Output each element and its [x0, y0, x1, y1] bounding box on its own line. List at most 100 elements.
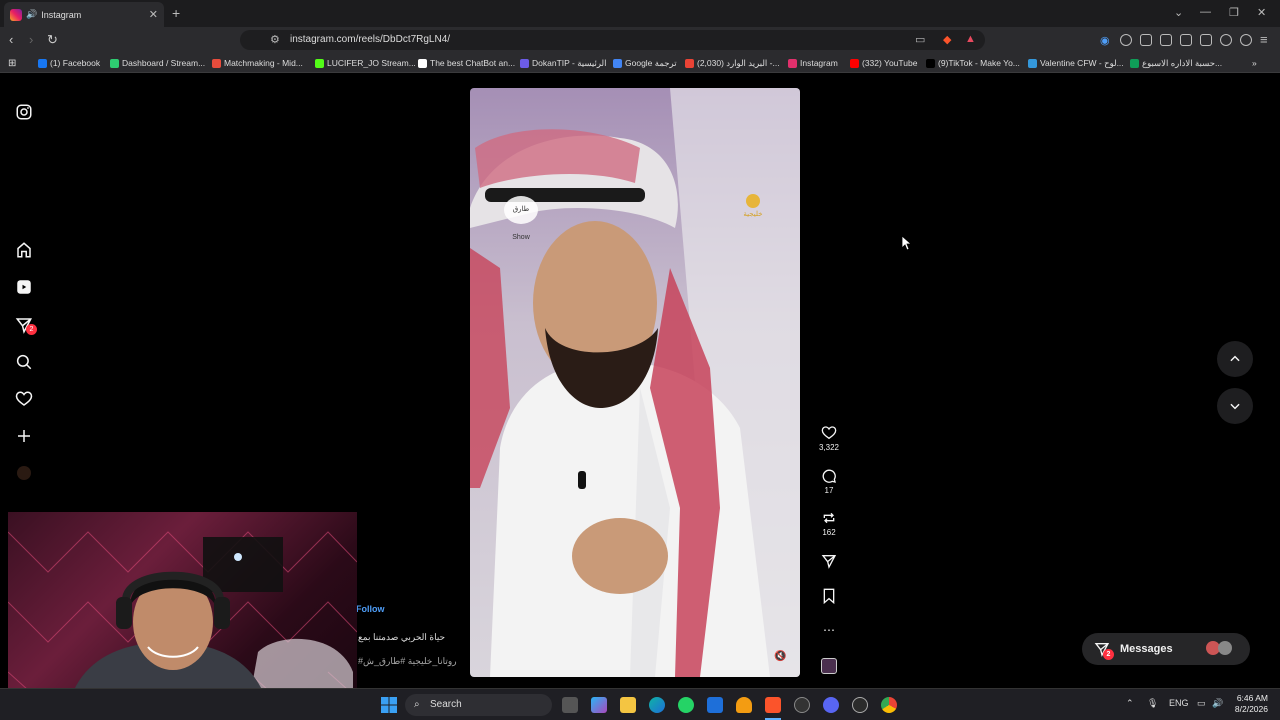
extensions-icon[interactable]: [1140, 34, 1152, 46]
share-send-icon[interactable]: [821, 553, 837, 569]
task-view-icon[interactable]: [562, 697, 578, 713]
forward-button[interactable]: ›: [29, 32, 33, 47]
audio-thumbnail[interactable]: [821, 658, 837, 674]
windows-start-icon[interactable]: [381, 697, 397, 713]
caption-hashtags[interactable]: #روتانا_خليجية #طارق_ش: [358, 656, 457, 667]
home-icon[interactable]: [15, 241, 33, 259]
volume-icon[interactable]: 🔊: [1212, 698, 1223, 709]
bookmark-favicon-icon: [613, 59, 622, 68]
like-heart-icon[interactable]: [821, 425, 837, 441]
minimize-button[interactable]: —: [1200, 6, 1211, 18]
more-options-icon[interactable]: ⋯: [815, 623, 843, 637]
obs-icon[interactable]: [852, 697, 868, 713]
bookmark-item[interactable]: DokanTIP - الرئيسية: [520, 58, 606, 69]
app-icon[interactable]: [794, 697, 810, 713]
reels-icon[interactable]: [15, 278, 33, 296]
bookmark-favicon-icon: [788, 58, 797, 68]
save-action[interactable]: [815, 588, 843, 606]
reload-button[interactable]: ↻: [47, 32, 58, 48]
speaker-icon[interactable]: 🔊: [26, 9, 37, 20]
bookmark-item[interactable]: (9)TikTok - Make Yo...: [926, 58, 1020, 68]
previous-reel-button[interactable]: [1217, 341, 1253, 377]
discord-icon[interactable]: [823, 697, 839, 713]
chevron-down-icon: [1230, 403, 1240, 410]
instagram-logo-icon[interactable]: [15, 103, 33, 121]
site-info-icon[interactable]: ⚙: [270, 33, 280, 46]
dm-badge: 2: [26, 324, 37, 335]
bookmark-item[interactable]: (332) YouTube: [850, 58, 917, 68]
url-field[interactable]: ⚙ instagram.com/reels/DbDct7RgLN4/ ▭ ◆ ▲: [240, 30, 985, 50]
microphone-icon[interactable]: 🎙: [1147, 698, 1158, 709]
bookmark-favicon-icon: [38, 58, 47, 68]
clock-time: 6:46 AM: [1236, 693, 1268, 703]
brave-rewards-icon[interactable]: ▲: [965, 33, 976, 45]
bookmark-item[interactable]: The best ChatBot an...: [418, 58, 515, 68]
audio-playing-icon[interactable]: ◉: [1100, 34, 1110, 47]
bookmark-item[interactable]: Instagram: [788, 58, 838, 68]
copilot-icon[interactable]: [591, 697, 607, 713]
create-plus-icon[interactable]: [15, 427, 33, 445]
cast-icon[interactable]: ▭: [915, 33, 925, 46]
back-button[interactable]: ‹: [9, 32, 13, 47]
comment-icon[interactable]: [821, 468, 837, 484]
notifications-heart-icon[interactable]: [15, 390, 33, 408]
leo-ai-icon[interactable]: [1220, 34, 1232, 46]
follow-link[interactable]: Follow: [356, 604, 385, 614]
new-tab-button[interactable]: +: [172, 5, 180, 21]
search-icon[interactable]: [15, 353, 33, 371]
url-text[interactable]: instagram.com/reels/DbDct7RgLN4/: [290, 34, 450, 45]
bookmark-item[interactable]: Valentine CFW - لوح...: [1028, 58, 1124, 69]
share-action[interactable]: [815, 553, 843, 571]
like-count: 3,322: [818, 443, 840, 452]
webcam-overlay: [8, 512, 357, 708]
channel-logo: خليجية: [736, 194, 770, 218]
messages-button[interactable]: 2 Messages: [1082, 633, 1250, 665]
comment-action[interactable]: 17: [815, 468, 843, 495]
network-icon[interactable]: ▭: [1197, 698, 1206, 709]
wallet-icon[interactable]: [1200, 34, 1212, 46]
like-action[interactable]: 3,322: [815, 425, 843, 452]
close-window-button[interactable]: ✕: [1257, 6, 1266, 19]
bookmark-item[interactable]: (1) Facebook: [38, 58, 100, 68]
close-tab-icon[interactable]: ✕: [149, 8, 158, 21]
media-icon[interactable]: [1160, 34, 1172, 46]
profile-avatar[interactable]: [17, 466, 31, 480]
bookmark-favicon-icon: [1130, 59, 1139, 68]
app-icon[interactable]: [736, 697, 752, 713]
repost-action[interactable]: 162: [815, 510, 843, 537]
taskbar-search[interactable]: ⌕ Search: [405, 694, 552, 716]
bookmark-item[interactable]: Google ترجمة: [613, 58, 677, 69]
vpn-icon[interactable]: [1120, 34, 1132, 46]
save-bookmark-icon[interactable]: [822, 588, 836, 604]
tab-search-icon[interactable]: ⌄: [1174, 6, 1183, 19]
shield-settings-icon[interactable]: [1240, 34, 1252, 46]
search-icon: ⌕: [414, 699, 420, 710]
brave-icon[interactable]: [765, 697, 781, 713]
menu-icon[interactable]: ≡: [1260, 32, 1268, 47]
file-explorer-icon[interactable]: [620, 697, 636, 713]
bookmark-item[interactable]: Matchmaking - Mid...: [212, 58, 303, 68]
whatsapp-icon[interactable]: [678, 697, 694, 713]
mute-toggle-icon[interactable]: 🔇: [774, 651, 786, 662]
address-bar-row: ‹ › ↻ ⌑ ⚙ instagram.com/reels/DbDct7RgLN…: [0, 27, 1280, 53]
bookmark-item[interactable]: (2,030) البريد الوارد -...: [685, 58, 780, 69]
brave-shield-icon[interactable]: ◆: [943, 33, 951, 46]
tab-instagram[interactable]: 🔊 Instagram ✕: [4, 2, 164, 27]
language-indicator[interactable]: ENG: [1169, 698, 1189, 708]
show-logo-badge: طارق Show: [504, 196, 538, 241]
bookmark-item[interactable]: حسبة الاداره الاسبوع...: [1130, 58, 1222, 69]
maximize-button[interactable]: ❐: [1229, 6, 1239, 19]
edge-icon[interactable]: [649, 697, 665, 713]
chrome-icon[interactable]: [881, 697, 897, 713]
tray-overflow-icon[interactable]: ⌃: [1126, 698, 1134, 709]
more-bookmarks-icon[interactable]: »: [1252, 58, 1257, 68]
outlook-icon[interactable]: [707, 697, 723, 713]
bookmark-item[interactable]: Dashboard / Stream...: [110, 58, 205, 68]
taskbar-clock[interactable]: 6:46 AM 8/2/2026: [1226, 693, 1268, 715]
sidebar-toggle-icon[interactable]: [1180, 34, 1192, 46]
repost-icon[interactable]: [821, 510, 837, 526]
apps-grid-icon[interactable]: ⊞: [8, 58, 16, 69]
bookmark-item[interactable]: LUCIFER_JO Stream...: [315, 58, 416, 68]
next-reel-button[interactable]: [1217, 388, 1253, 424]
reel-video[interactable]: طارق Show خليجية 🔇: [470, 88, 800, 677]
